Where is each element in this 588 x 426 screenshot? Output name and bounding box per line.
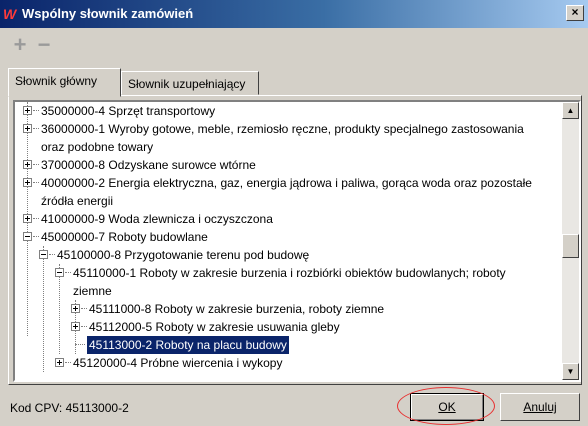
- cancel-button-label: Anuluj: [523, 400, 557, 414]
- tree-node[interactable]: 40000000-2 Energia elektryczna, gaz, ene…: [15, 174, 560, 192]
- ok-button[interactable]: OK: [410, 393, 484, 421]
- tree-node[interactable]: 36000000-1 Wyroby gotowe, meble, rzemios…: [15, 120, 560, 138]
- app-logo-icon: W: [3, 6, 17, 22]
- tab-main-dictionary[interactable]: Słownik główny: [8, 68, 121, 97]
- tree-node-label: 37000000-8 Odzyskane surowce wtórne: [41, 158, 256, 172]
- tree-node[interactable]: 45112000-5 Roboty w zakresie usuwania gl…: [15, 318, 560, 336]
- tree-node-label: 35000000-4 Sprzęt transportowy: [41, 104, 216, 118]
- expand-icon[interactable]: [23, 178, 32, 187]
- tab-supplementary-dictionary[interactable]: Słownik uzupełniający: [121, 71, 259, 95]
- close-button[interactable]: ×: [566, 5, 584, 21]
- dialog-window: W Wspólny słownik zamówień × + − Słownik…: [0, 0, 588, 426]
- tree-node-label: 45110000-1 Roboty w zakresie burzenia i …: [73, 266, 506, 280]
- tree-node-continuation[interactable]: źródła energii: [15, 192, 560, 210]
- tree-node-continuation[interactable]: oraz podobne towary: [15, 138, 560, 156]
- expand-icon[interactable]: [23, 214, 32, 223]
- expand-icon[interactable]: [23, 124, 32, 133]
- scroll-down-icon[interactable]: ▼: [562, 363, 579, 380]
- tree-node-selected[interactable]: 45113000-2 Roboty na placu budowy: [15, 335, 560, 355]
- tree-node[interactable]: 45120000-4 Próbne wiercenia i wykopy: [15, 354, 560, 372]
- tree-node-label: 45100000-8 Przygotowanie terenu pod budo…: [57, 248, 310, 262]
- expand-icon[interactable]: [55, 358, 64, 367]
- tree-node-label: 36000000-1 Wyroby gotowe, meble, rzemios…: [41, 122, 524, 136]
- tree-node[interactable]: 37000000-8 Odzyskane surowce wtórne: [15, 156, 560, 174]
- tree-node-label: 41000000-9 Woda zlewnicza i oczyszczona: [41, 212, 273, 226]
- remove-icon[interactable]: −: [34, 34, 54, 56]
- tree-node-label: źródła energii: [41, 194, 114, 208]
- tree-node-label: 45120000-4 Próbne wiercenia i wykopy: [73, 356, 283, 370]
- tree-node-label: 45113000-2 Roboty na placu budowy: [86, 335, 290, 355]
- expand-icon[interactable]: [23, 160, 32, 169]
- tree-node-label: 45000000-7 Roboty budowlane: [41, 230, 208, 244]
- cpv-code-status: Kod CPV: 45113000-2: [10, 401, 129, 415]
- tree-node-label: ziemne: [73, 284, 112, 298]
- collapse-icon[interactable]: [23, 232, 32, 241]
- vertical-scrollbar[interactable]: ▲ ▼: [562, 102, 579, 380]
- collapse-icon[interactable]: [55, 268, 64, 277]
- expand-icon[interactable]: [71, 322, 80, 331]
- cpv-tree[interactable]: 35000000-4 Sprzęt transportowy 36000000-…: [13, 100, 581, 382]
- tree-content: 35000000-4 Sprzęt transportowy 36000000-…: [15, 102, 560, 380]
- expand-icon[interactable]: [23, 106, 32, 115]
- tree-node[interactable]: 35000000-4 Sprzęt transportowy: [15, 102, 560, 120]
- scroll-up-icon[interactable]: ▲: [562, 102, 579, 119]
- window-title: Wspólny słownik zamówień: [22, 6, 194, 21]
- tree-node[interactable]: 41000000-9 Woda zlewnicza i oczyszczona: [15, 210, 560, 228]
- tree-node-label: 45112000-5 Roboty w zakresie usuwania gl…: [89, 320, 340, 334]
- tree-node[interactable]: 45000000-7 Roboty budowlane: [15, 228, 560, 246]
- cancel-button[interactable]: Anuluj: [500, 393, 580, 421]
- tree-node-label: 40000000-2 Energia elektryczna, gaz, ene…: [41, 176, 532, 190]
- tree-node[interactable]: 45110000-1 Roboty w zakresie burzenia i …: [15, 264, 560, 282]
- tree-node-label: 45111000-8 Roboty w zakresie burzenia, r…: [89, 302, 385, 316]
- add-icon[interactable]: +: [10, 34, 30, 56]
- tree-node[interactable]: 45100000-8 Przygotowanie terenu pod budo…: [15, 246, 560, 264]
- collapse-icon[interactable]: [39, 250, 48, 259]
- tree-node-continuation[interactable]: ziemne: [15, 282, 560, 300]
- expand-icon[interactable]: [71, 304, 80, 313]
- scrollbar-thumb[interactable]: [562, 234, 579, 258]
- tree-node[interactable]: 45111000-8 Roboty w zakresie burzenia, r…: [15, 300, 560, 318]
- tree-node-label: oraz podobne towary: [41, 140, 154, 154]
- title-bar[interactable]: W Wspólny słownik zamówień ×: [0, 0, 588, 28]
- ok-button-label: OK: [438, 400, 456, 414]
